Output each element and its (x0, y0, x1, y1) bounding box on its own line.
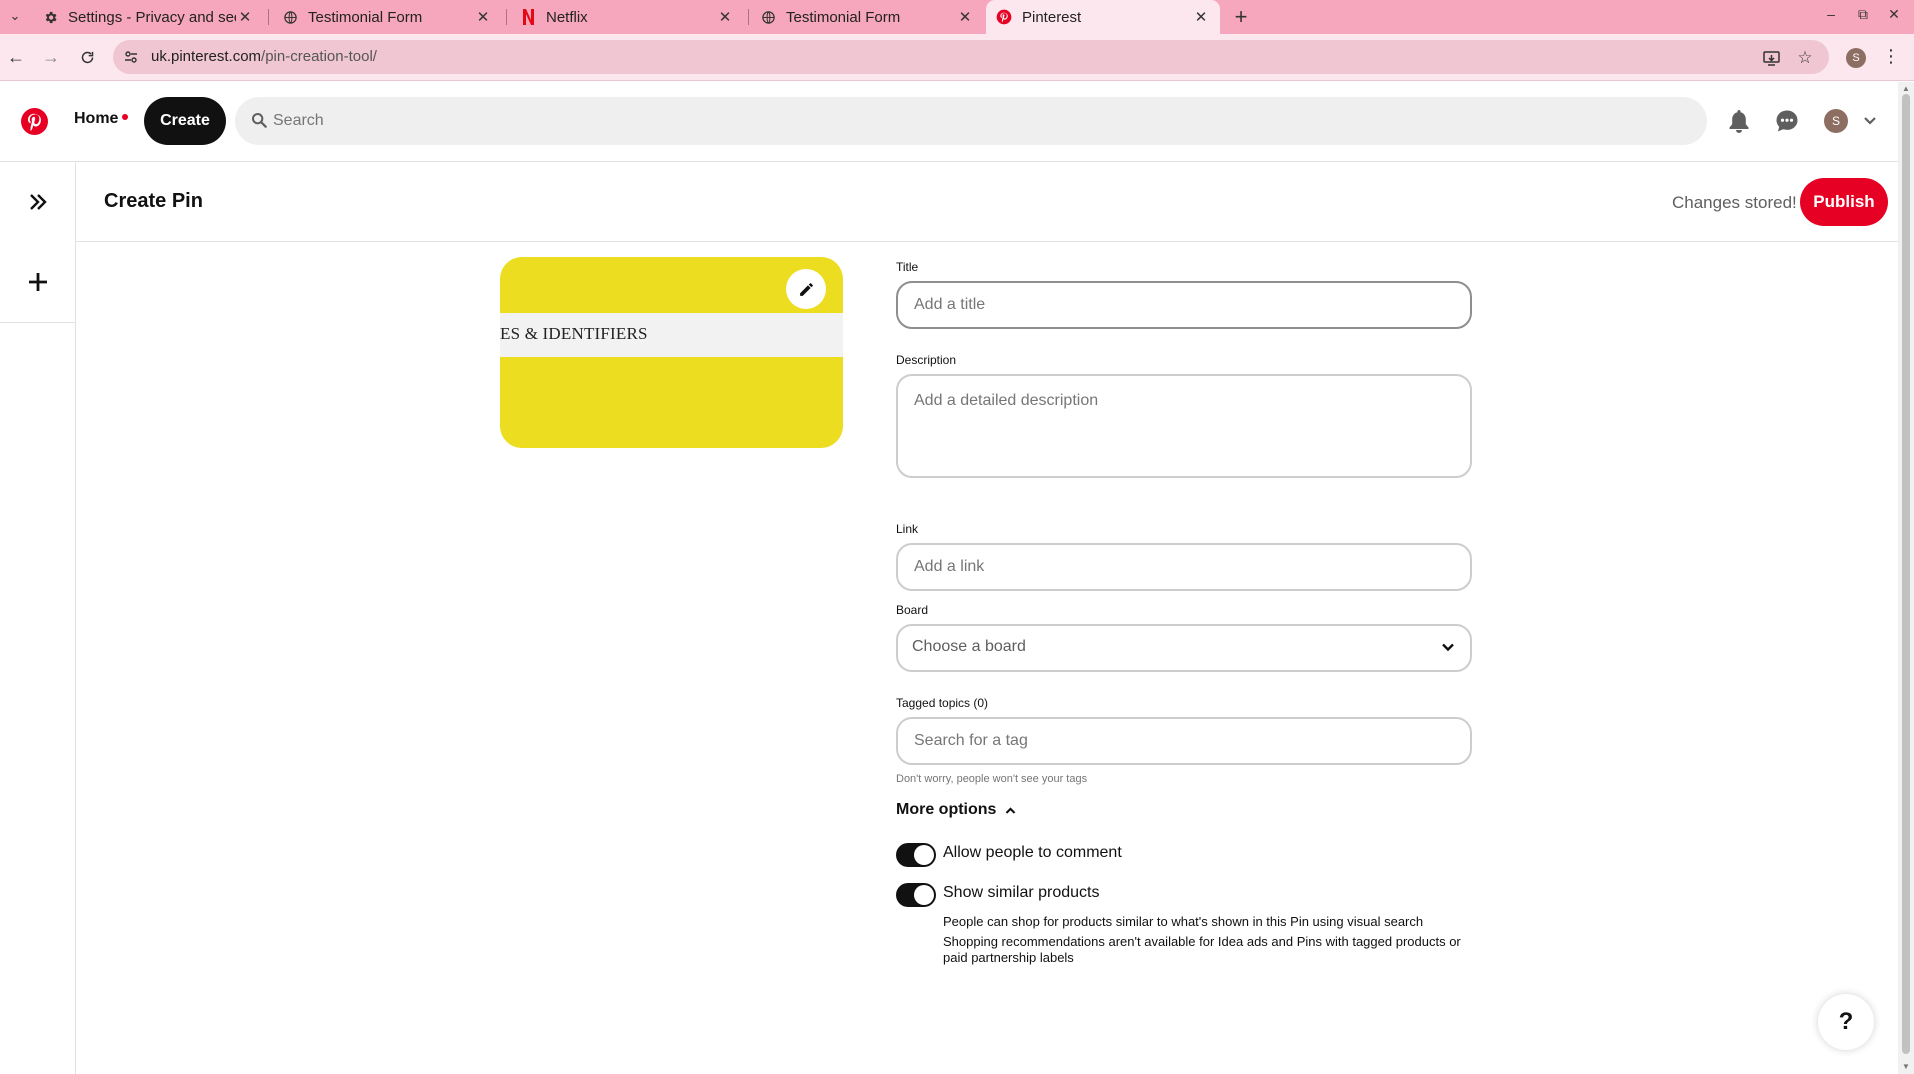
title-field (896, 281, 1472, 329)
netflix-icon (520, 9, 536, 25)
minimize-window-icon[interactable]: – (1820, 6, 1842, 22)
scroll-up-arrow-icon[interactable]: ▲ (1902, 84, 1910, 93)
browser-menu-icon[interactable]: ⋮ (1882, 46, 1900, 67)
help-button[interactable]: ? (1818, 994, 1874, 1050)
bookmark-star-icon[interactable]: ☆ (1795, 48, 1815, 68)
browser-profile-avatar[interactable]: S (1846, 48, 1866, 68)
forward-arrow-icon[interactable]: → (38, 44, 64, 70)
nav-home-link[interactable]: Home (74, 110, 118, 128)
save-status-text: Changes stored! (1672, 193, 1797, 212)
tab-title: Testimonial Form (786, 8, 901, 26)
tab-divider (506, 9, 507, 25)
site-settings-icon[interactable] (123, 49, 139, 65)
pin-image-caption: ES & IDENTIFIERS (500, 324, 648, 343)
toggle-knob (914, 845, 934, 865)
board-select[interactable]: Choose a board (896, 624, 1472, 672)
tagged-topics-label: Tagged topics (0) (896, 696, 989, 710)
browser-tab-strip: ⌄ Settings - Privacy and security ✕ Test… (0, 0, 1914, 34)
tab-close-icon[interactable]: ✕ (1192, 8, 1210, 26)
publish-button[interactable]: Publish (1800, 178, 1888, 226)
url-path: /pin-creation-tool/ (261, 48, 377, 65)
search-icon (251, 112, 269, 130)
tab-divider (748, 9, 749, 25)
page-scrollbar[interactable]: ▲ ▼ (1898, 82, 1914, 1074)
edit-pencil-icon[interactable] (786, 269, 826, 309)
scrollbar-thumb[interactable] (1902, 94, 1910, 1054)
pin-image-caption-strip: ES & IDENTIFIERS (500, 313, 843, 357)
messages-chat-icon[interactable] (1772, 106, 1802, 136)
link-input[interactable] (898, 545, 1470, 589)
browser-toolbar: ← → uk.pinterest.com/pin-creation-tool/ … (0, 34, 1914, 81)
allow-comments-toggle[interactable] (896, 843, 936, 867)
tab-close-icon[interactable]: ✕ (716, 8, 734, 26)
tags-hint-text: Don't worry, people won't see your tags (896, 773, 1088, 785)
similar-products-label: Show similar products (943, 884, 1100, 901)
pinterest-logo-icon[interactable] (21, 108, 48, 135)
toggle-knob (914, 885, 934, 905)
globe-icon (760, 9, 776, 25)
tab-close-icon[interactable]: ✕ (236, 8, 254, 26)
page-title: Create Pin (104, 190, 203, 212)
browser-tab-testimonial-form-1[interactable]: Testimonial Form ✕ (272, 0, 502, 34)
tab-close-icon[interactable]: ✕ (956, 8, 974, 26)
notifications-bell-icon[interactable] (1724, 106, 1754, 136)
address-bar[interactable]: uk.pinterest.com/pin-creation-tool/ ☆ (113, 40, 1829, 74)
create-pin-bar: Create Pin Changes stored! Publish (76, 162, 1898, 242)
tab-search-chevron-icon[interactable]: ⌄ (4, 5, 26, 27)
similar-products-note: Shopping recommendations aren't availabl… (943, 934, 1461, 965)
similar-products-toggle[interactable] (896, 883, 936, 907)
description-field (896, 374, 1472, 478)
tab-title: Netflix (546, 8, 588, 26)
tag-search-input[interactable] (898, 719, 1470, 763)
browser-tab-netflix[interactable]: Netflix ✕ (510, 0, 744, 34)
more-options-toggle[interactable]: More options (896, 801, 1017, 819)
browser-tab-testimonial-form-2[interactable]: Testimonial Form ✕ (750, 0, 984, 34)
scroll-down-arrow-icon[interactable]: ▼ (1902, 1062, 1910, 1071)
close-window-icon[interactable]: ✕ (1883, 6, 1905, 23)
pinterest-icon (996, 9, 1012, 25)
add-draft-plus-icon[interactable] (18, 262, 58, 302)
tagged-topics-field (896, 717, 1472, 765)
chevron-up-icon (1006, 806, 1016, 814)
back-arrow-icon[interactable]: ← (3, 44, 29, 70)
chevron-down-icon (1440, 639, 1456, 655)
description-textarea[interactable] (898, 376, 1470, 476)
restore-window-icon[interactable]: ⧉ (1852, 6, 1874, 23)
expand-sidebar-chevrons-icon[interactable] (18, 182, 58, 222)
search-bar[interactable] (235, 97, 1707, 145)
nav-create-button[interactable]: Create (144, 97, 226, 145)
pinterest-header: Home Create S (0, 82, 1898, 162)
more-options-label: More options (896, 801, 997, 818)
tab-close-icon[interactable]: ✕ (474, 8, 492, 26)
tab-title: Pinterest (1022, 8, 1082, 26)
url-text: uk.pinterest.com/pin-creation-tool/ (151, 48, 377, 65)
left-rail (0, 162, 76, 1074)
pin-image-preview: ES & IDENTIFIERS (500, 257, 843, 448)
tab-divider (268, 9, 269, 25)
tab-title: Settings - Privacy and security (68, 8, 236, 26)
search-input[interactable] (273, 97, 1673, 145)
title-input[interactable] (898, 283, 1470, 327)
tab-title: Testimonial Form (308, 8, 423, 26)
board-label: Board (896, 603, 929, 617)
globe-icon (282, 9, 298, 25)
title-label: Title (896, 260, 919, 274)
rail-divider (0, 322, 76, 323)
new-tab-plus-icon[interactable]: + (1228, 4, 1254, 30)
user-avatar[interactable]: S (1824, 109, 1848, 133)
link-field (896, 543, 1472, 591)
install-app-icon[interactable] (1761, 48, 1781, 68)
description-label: Description (896, 353, 957, 367)
allow-comments-label: Allow people to comment (943, 844, 1122, 861)
browser-tab-pinterest[interactable]: Pinterest ✕ (986, 0, 1220, 34)
similar-products-description: People can shop for products similar to … (943, 914, 1424, 929)
board-select-value: Choose a board (912, 638, 1026, 655)
gear-icon (42, 9, 58, 25)
link-label: Link (896, 522, 919, 536)
url-host: uk.pinterest.com (151, 48, 262, 65)
account-chevron-down-icon[interactable] (1862, 112, 1880, 130)
home-notification-dot (122, 114, 128, 120)
reload-icon[interactable] (74, 44, 100, 70)
browser-tab-settings[interactable]: Settings - Privacy and security ✕ (32, 0, 264, 34)
